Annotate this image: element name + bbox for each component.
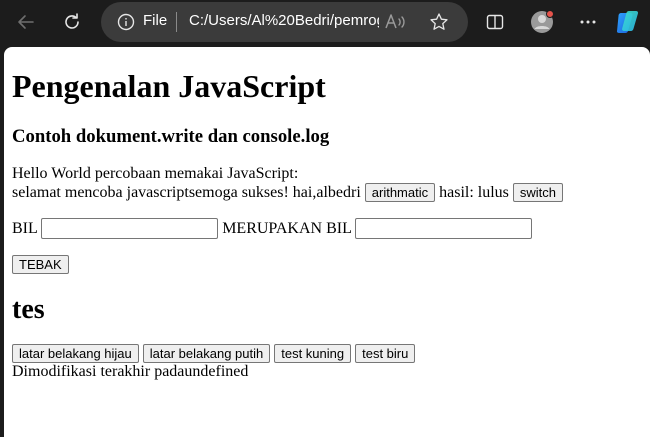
copilot-icon[interactable]: [614, 8, 642, 36]
merupakan-input[interactable]: [355, 218, 533, 239]
split-screen-icon[interactable]: [481, 8, 509, 36]
url-text[interactable]: C:/Users/Al%20Bedri/pemrog: [189, 12, 379, 29]
switch-button[interactable]: switch: [512, 183, 564, 202]
merupakan-label: MERUPAKAN BIL: [222, 220, 352, 237]
hello-text: Hello World percobaan memakai JavaScript…: [12, 165, 299, 182]
browser-toolbar: File C:/Users/Al%20Bedri/pemrog: [0, 0, 650, 46]
tebak-button[interactable]: TEBAK: [12, 255, 69, 274]
page-subtitle: Contoh dokument.write dan console.log: [12, 126, 330, 147]
yellow-test-button[interactable]: test kuning: [274, 344, 352, 363]
bil-input[interactable]: [41, 218, 219, 239]
favorite-icon[interactable]: [429, 12, 449, 32]
greeting-text: selamat mencoba javascriptsemoga sukses!…: [12, 184, 361, 201]
info-icon[interactable]: [117, 13, 135, 31]
back-icon[interactable]: [12, 8, 40, 36]
page-title: Pengenalan JavaScript: [12, 68, 326, 104]
last-modified-text: Dimodifikasi terakhir padaundefined: [12, 363, 249, 380]
refresh-icon[interactable]: [58, 8, 86, 36]
section-title: tes: [12, 294, 45, 325]
bil-label: BIL: [12, 220, 38, 237]
read-aloud-icon[interactable]: [384, 12, 408, 32]
page-content: Pengenalan JavaScript Contoh dokument.wr…: [4, 68, 650, 381]
address-separator: [176, 12, 177, 32]
profile-avatar[interactable]: [528, 8, 556, 36]
color-buttons-row: latar belakang hijau latar belakang puti…: [12, 344, 642, 363]
blue-test-button[interactable]: test biru: [355, 344, 416, 363]
arithmatic-button[interactable]: arithmatic: [364, 183, 436, 202]
greeting-line: selamat mencoba javascriptsemoga sukses!…: [12, 183, 642, 202]
address-bar[interactable]: File C:/Users/Al%20Bedri/pemrog: [101, 2, 468, 42]
green-background-button[interactable]: latar belakang hijau: [12, 344, 139, 363]
file-label: File: [143, 12, 168, 29]
bil-row: BIL MERUPAKAN BIL: [12, 218, 642, 239]
white-background-button[interactable]: latar belakang putih: [142, 344, 271, 363]
tebak-row: TEBAK: [12, 255, 642, 274]
more-icon[interactable]: [574, 8, 602, 36]
hasil-text: hasil: lulus: [439, 184, 509, 201]
page-viewport: Pengenalan JavaScript Contoh dokument.wr…: [4, 47, 650, 437]
